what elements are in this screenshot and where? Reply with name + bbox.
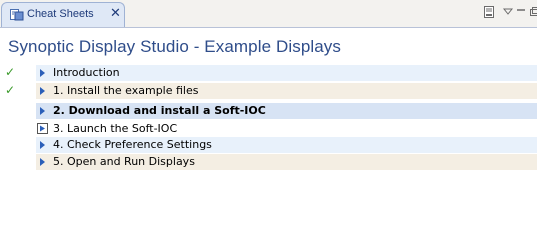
list-item-download-soft-ioc[interactable]: 2. Download and install a Soft-IOC xyxy=(0,103,537,119)
list-item-introduction[interactable]: ✓ Introduction xyxy=(0,65,537,81)
step-label: 1. Install the example files xyxy=(53,84,199,97)
view-menu-icon[interactable] xyxy=(502,6,514,18)
expand-arrow-icon[interactable] xyxy=(40,107,45,115)
expand-arrow-icon[interactable] xyxy=(40,158,45,166)
step-label: Introduction xyxy=(53,66,120,79)
maximize-icon[interactable] xyxy=(528,6,537,18)
checkmark-icon: ✓ xyxy=(5,65,16,79)
step-label: 4. Check Preference Settings xyxy=(53,138,212,151)
close-tab-button[interactable]: ✕ xyxy=(110,6,121,21)
expand-arrow-icon[interactable] xyxy=(40,141,45,149)
step-label: 3. Launch the Soft-IOC xyxy=(53,122,178,135)
tab-label: Cheat Sheets xyxy=(27,8,94,20)
cheatsheet-icon xyxy=(10,9,24,21)
list-item-check-preferences[interactable]: 4. Check Preference Settings xyxy=(0,137,537,153)
page-title: Synoptic Display Studio - Example Displa… xyxy=(8,37,342,56)
list-item-open-run-displays[interactable]: 5. Open and Run Displays xyxy=(0,154,537,170)
tab-cheat-sheets[interactable]: Cheat Sheets ✕ xyxy=(1,2,125,27)
expand-arrow-icon[interactable] xyxy=(40,87,45,95)
step-label: 5. Open and Run Displays xyxy=(53,155,195,168)
view-toolbar-icon[interactable] xyxy=(483,6,495,18)
step-label: 2. Download and install a Soft-IOC xyxy=(53,104,266,117)
list-item-launch-soft-ioc[interactable]: 3. Launch the Soft-IOC xyxy=(0,121,537,137)
list-item-install-examples[interactable]: ✓ 1. Install the example files xyxy=(0,83,537,99)
expand-arrow-icon[interactable] xyxy=(40,69,45,77)
step-launch-icon[interactable] xyxy=(37,123,48,134)
view-tab-bar: Cheat Sheets ✕ xyxy=(0,0,537,28)
minimize-icon[interactable] xyxy=(515,6,527,18)
checkmark-icon: ✓ xyxy=(5,83,16,97)
